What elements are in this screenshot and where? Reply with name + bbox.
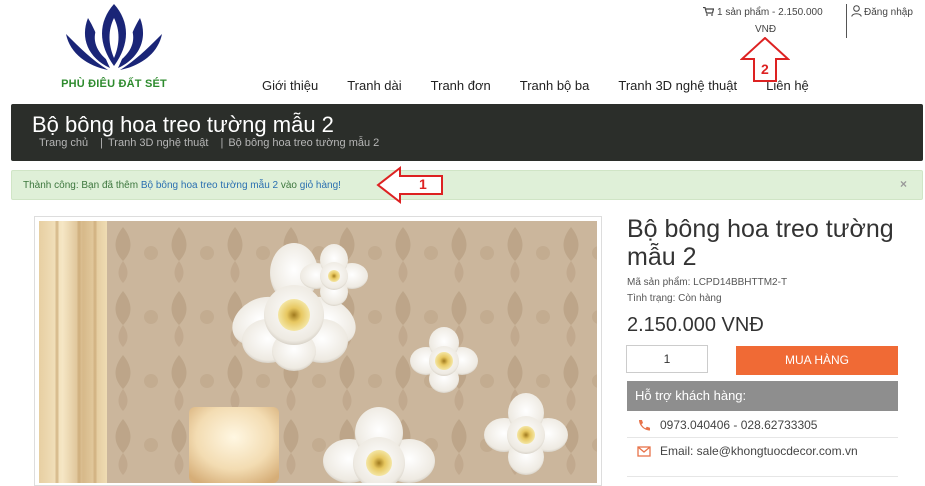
nav-item-tranh-3d[interactable]: Tranh 3D nghệ thuật: [618, 78, 737, 93]
buy-button[interactable]: MUA HÀNG: [736, 346, 898, 375]
login-label: Đăng nhập: [864, 7, 913, 18]
login-link[interactable]: Đăng nhập: [851, 5, 913, 18]
product-status: Tình trạng: Còn hàng: [627, 293, 722, 304]
alert-product-link[interactable]: Bộ bông hoa treo tường mẫu 2: [141, 180, 278, 191]
header-divider: [846, 4, 847, 38]
annotation-number-1: 1: [419, 176, 427, 192]
breadcrumb-current[interactable]: Bộ bông hoa treo tường mẫu 2: [228, 137, 379, 149]
breadcrumb-separator: |: [220, 137, 224, 149]
brand-name: PHÙ ĐIÊU ĐẤT SÉT: [61, 78, 167, 90]
breadcrumb-category[interactable]: Tranh 3D nghệ thuật: [108, 137, 209, 149]
support-divider: [627, 437, 898, 438]
product-image[interactable]: [39, 221, 597, 483]
support-divider: [627, 476, 898, 477]
alert-close-button[interactable]: ×: [900, 177, 907, 191]
user-icon: [851, 5, 862, 17]
alert-middle: vào: [280, 180, 297, 191]
alert-cart-link[interactable]: giỏ hàng!: [300, 180, 341, 191]
breadcrumb: Trang chủ | Tranh 3D nghệ thuật | Bộ bôn…: [39, 137, 379, 149]
support-phone-text[interactable]: 0973.040406 - 028.62733305: [660, 418, 817, 432]
annotation-number-2: 2: [761, 61, 769, 77]
nav-item-tranh-dai[interactable]: Tranh dài: [347, 78, 401, 93]
cart-currency: VNĐ: [755, 24, 777, 35]
annotation-arrow-1: [376, 165, 446, 205]
envelope-icon: [637, 445, 651, 457]
product-price: 2.150.000 VNĐ: [627, 314, 764, 336]
product-name: Bộ bông hoa treo tường mẫu 2: [627, 215, 894, 271]
wall-flowers-illustration: [39, 221, 597, 483]
cart-text: 1 sản phẩm - 2.150.000: [717, 7, 823, 18]
quantity-input[interactable]: 1: [626, 345, 708, 373]
breadcrumb-home[interactable]: Trang chủ: [39, 137, 88, 149]
support-phone: 0973.040406 - 028.62733305: [637, 418, 817, 432]
product-code: Mã sản phẩm: LCPD14BBHTTM2-T: [627, 277, 788, 288]
phone-icon: [637, 419, 651, 431]
cart-summary[interactable]: 1 sản phẩm - 2.150.000: [703, 6, 823, 18]
breadcrumb-separator: |: [100, 137, 103, 149]
support-header: Hỗ trợ khách hàng:: [627, 381, 898, 411]
nav-item-tranh-don[interactable]: Tranh đơn: [431, 78, 491, 93]
nav-item-gioi-thieu[interactable]: Giới thiệu: [262, 78, 318, 93]
alert-prefix: Thành công: Bạn đã thêm: [23, 180, 139, 191]
alert-message: Thành công: Bạn đã thêm Bộ bông hoa treo…: [23, 180, 341, 191]
page-title: Bộ bông hoa treo tường mẫu 2: [32, 112, 334, 137]
support-email: Email: sale@khongtuocdecor.com.vn: [637, 444, 858, 458]
left-arrow-icon: [376, 165, 443, 205]
lotus-logo-icon: [66, 4, 162, 70]
support-email-text[interactable]: Email: sale@khongtuocdecor.com.vn: [660, 444, 858, 458]
nav-item-tranh-bo-ba[interactable]: Tranh bộ ba: [520, 78, 590, 93]
cart-icon: [703, 6, 715, 16]
